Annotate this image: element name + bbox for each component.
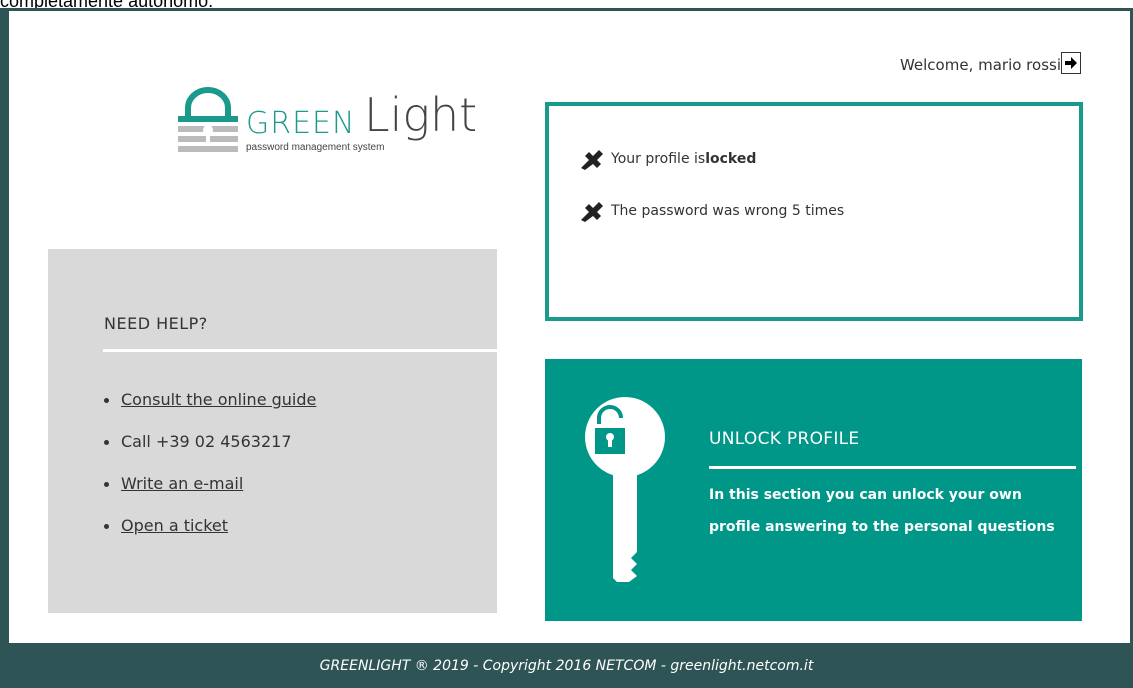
window-frame-left — [0, 8, 9, 643]
logout-button[interactable] — [1061, 52, 1081, 74]
status-locked-value: locked — [705, 151, 757, 167]
logo-word-light: Light — [364, 88, 478, 142]
help-item-ticket: Open a ticket — [104, 505, 316, 547]
help-item-call: Call +39 02 4563217 — [104, 421, 316, 463]
key-unlock-icon — [585, 397, 665, 582]
welcome-text: Welcome, mario rossi — [899, 56, 1061, 74]
unlock-divider — [709, 466, 1076, 469]
window-frame-top — [0, 8, 1133, 11]
unlock-title: UNLOCK PROFILE — [709, 429, 860, 449]
help-list: Consult the online guide Call +39 02 456… — [104, 379, 316, 547]
help-divider — [103, 349, 497, 352]
bullet — [104, 481, 109, 487]
status-locked-prefix: Your profile is — [611, 151, 706, 167]
status-attempts-text: The password was wrong 5 times — [611, 203, 845, 219]
logo-word-green: GREEN — [246, 106, 356, 141]
logo-subtitle: password management system — [246, 142, 385, 153]
unlock-description: In this section you can unlock your own … — [709, 487, 1055, 535]
footer-text: GREENLIGHT ® 2019 - Copyright 2016 NETCO… — [319, 657, 814, 674]
help-item-email: Write an e-mail — [104, 463, 316, 505]
help-panel: NEED HELP? Consult the online guide Call… — [48, 249, 497, 613]
pushpin-icon — [581, 202, 603, 222]
bullet — [104, 523, 109, 529]
online-guide-link[interactable]: Consult the online guide — [121, 385, 316, 415]
unlock-profile-button[interactable]: UNLOCK PROFILE In this section you can u… — [545, 359, 1082, 621]
pushpin-icon — [581, 150, 603, 170]
logout-icon — [1065, 57, 1077, 69]
write-email-link[interactable]: Write an e-mail — [121, 469, 243, 499]
open-ticket-link[interactable]: Open a ticket — [121, 511, 228, 541]
greenlight-logo: GREEN Light password management system — [176, 86, 496, 166]
welcome-message: Welcome, mario rossi — [900, 56, 1061, 74]
padlock-logo-icon — [178, 87, 238, 152]
bullet — [104, 397, 109, 403]
help-item-guide: Consult the online guide — [104, 379, 316, 421]
bullet — [104, 439, 109, 445]
profile-status-box: Your profile is locked The password was … — [545, 102, 1083, 321]
footer: GREENLIGHT ® 2019 - Copyright 2016 NETCO… — [0, 643, 1133, 688]
phone-text: Call +39 02 4563217 — [121, 432, 292, 451]
status-line-attempts: The password was wrong 5 times — [579, 200, 844, 222]
status-line-locked: Your profile is locked — [579, 148, 756, 170]
help-title: NEED HELP? — [104, 314, 208, 333]
